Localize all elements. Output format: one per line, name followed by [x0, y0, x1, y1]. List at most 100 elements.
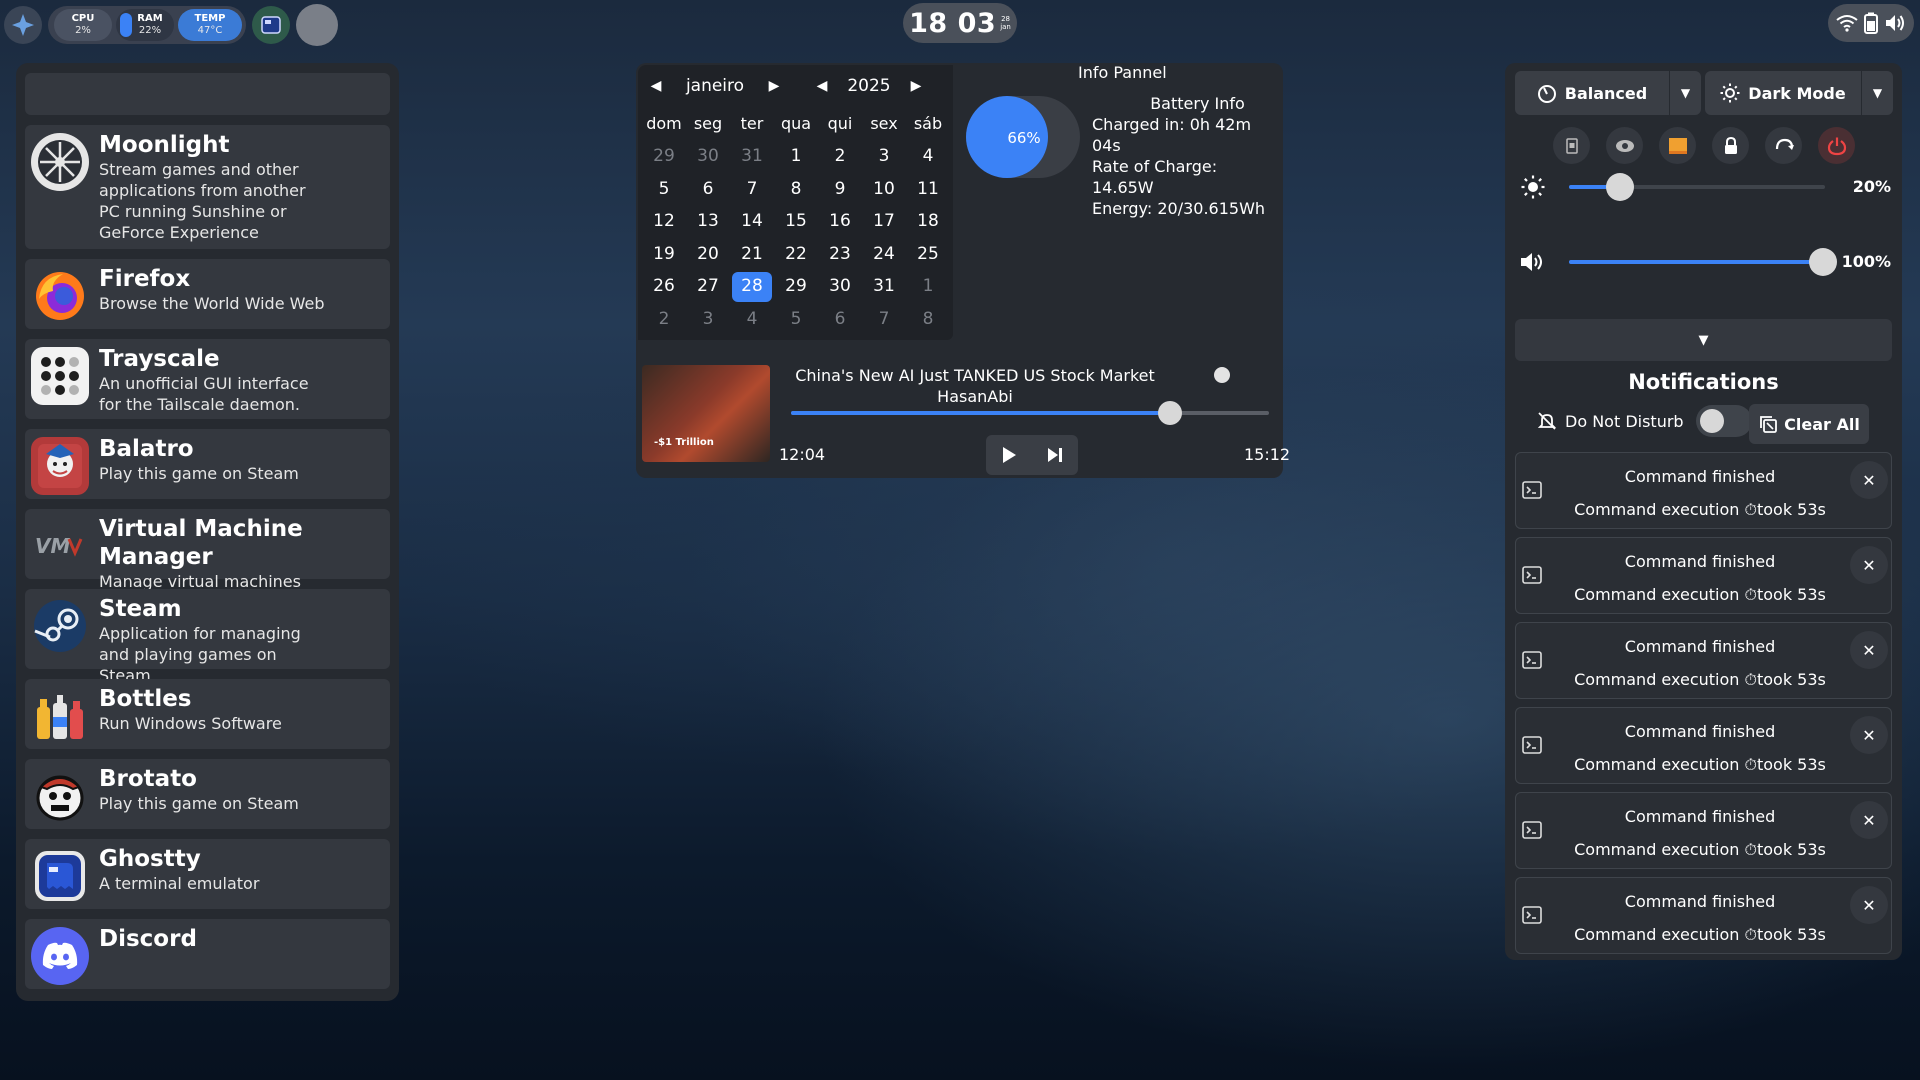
calendar-day[interactable]: 11: [906, 174, 950, 207]
app-item-firefox[interactable]: Firefox Browse the World Wide Web: [25, 259, 390, 329]
calendar-day[interactable]: 23: [818, 239, 862, 272]
calendar-day[interactable]: 13: [686, 206, 730, 239]
calendar-day[interactable]: 21: [730, 239, 774, 272]
volume-handle[interactable]: [1809, 248, 1837, 276]
app-item-moonlight[interactable]: Moonlight Stream games and other applica…: [25, 125, 390, 249]
calendar-day[interactable]: 6: [686, 174, 730, 207]
app-item-discord[interactable]: Discord: [25, 919, 390, 989]
do-not-disturb-toggle[interactable]: [1695, 405, 1752, 437]
calendar-day[interactable]: 31: [730, 141, 774, 174]
power-button[interactable]: [1818, 127, 1855, 164]
calendar-day[interactable]: 17: [862, 206, 906, 239]
play-button[interactable]: [986, 435, 1032, 475]
volume-icon[interactable]: [1884, 13, 1906, 33]
app-item-trayscale[interactable]: Trayscale An unofficial GUI interface fo…: [25, 339, 390, 419]
notification-card[interactable]: Command finished Command execution ⏱took …: [1515, 792, 1892, 869]
calendar-day[interactable]: 4: [730, 304, 774, 337]
calendar-day[interactable]: 9: [818, 174, 862, 207]
notification-card[interactable]: Command finished Command execution ⏱took …: [1515, 537, 1892, 614]
notification-card[interactable]: Command finished Command execution ⏱took …: [1515, 877, 1892, 954]
calendar-day[interactable]: 27: [686, 271, 730, 304]
volume-slider[interactable]: [1569, 248, 1837, 276]
notification-card[interactable]: Command finished Command execution ⏱took …: [1515, 622, 1892, 699]
app-item-ghostty[interactable]: Ghostty A terminal emulator: [25, 839, 390, 909]
calendar-day[interactable]: 30: [818, 271, 862, 304]
calendar-day[interactable]: 5: [642, 174, 686, 207]
dismiss-notification-button[interactable]: ✕: [1850, 461, 1888, 499]
calendar-day[interactable]: 26: [642, 271, 686, 304]
calendar-day[interactable]: 2: [642, 304, 686, 337]
calendar-day[interactable]: 8: [774, 174, 818, 207]
calendar-day[interactable]: 19: [642, 239, 686, 272]
power-profile-button[interactable]: Balanced: [1515, 71, 1669, 115]
calendar-day[interactable]: 25: [906, 239, 950, 272]
dismiss-notification-button[interactable]: ✕: [1850, 886, 1888, 924]
calendar-day[interactable]: 31: [862, 271, 906, 304]
power-profile-dropdown[interactable]: ▼: [1669, 71, 1701, 115]
app-item-bottles[interactable]: Bottles Run Windows Software: [25, 679, 390, 749]
calendar-day[interactable]: 5: [774, 304, 818, 337]
calendar-day[interactable]: 24: [862, 239, 906, 272]
screenshot-button[interactable]: [1553, 127, 1590, 164]
calendar-day[interactable]: 2: [818, 141, 862, 174]
dismiss-notification-button[interactable]: ✕: [1850, 631, 1888, 669]
calendar-day[interactable]: 29: [774, 271, 818, 304]
calendar-day-today[interactable]: 28: [732, 272, 772, 302]
record-button[interactable]: [1606, 127, 1643, 164]
calendar-day[interactable]: 20: [686, 239, 730, 272]
media-progress-bar[interactable]: [791, 401, 1269, 425]
workspace-indicator[interactable]: [296, 4, 338, 46]
theme-dropdown[interactable]: ▼: [1861, 71, 1893, 115]
media-progress-handle[interactable]: [1157, 401, 1182, 425]
clear-all-button[interactable]: Clear All: [1749, 404, 1869, 444]
notification-card[interactable]: Command finished Command execution ⏱took …: [1515, 707, 1892, 784]
calendar-day[interactable]: 14: [730, 206, 774, 239]
tray-app-button[interactable]: [252, 6, 290, 44]
calendar-day[interactable]: 10: [862, 174, 906, 207]
calendar-day[interactable]: 29: [642, 141, 686, 174]
calendar-day[interactable]: 22: [774, 239, 818, 272]
expand-button[interactable]: ▼: [1515, 319, 1892, 361]
notification-card[interactable]: Command finished Command execution ⏱took …: [1515, 452, 1892, 529]
next-year-button[interactable]: ▶: [904, 74, 928, 98]
brightness-slider[interactable]: [1569, 173, 1825, 201]
launcher-search-input[interactable]: [25, 73, 390, 115]
dismiss-notification-button[interactable]: ✕: [1850, 801, 1888, 839]
calendar-day[interactable]: 6: [818, 304, 862, 337]
calendar-day[interactable]: 3: [862, 141, 906, 174]
terminal-icon: [1522, 736, 1542, 754]
calendar-day[interactable]: 7: [730, 174, 774, 207]
app-item-virtual-machine-manager[interactable]: VM Virtual Machine Manager Manage virtua…: [25, 509, 390, 591]
system-tray[interactable]: [1828, 4, 1914, 42]
app-item-balatro[interactable]: Balatro Play this game on Steam: [25, 429, 390, 499]
calendar-day[interactable]: 15: [774, 206, 818, 239]
brightness-handle[interactable]: [1606, 173, 1635, 201]
display-button[interactable]: [1659, 127, 1696, 164]
power-profile-control: Balanced ▼: [1515, 71, 1701, 115]
wifi-icon[interactable]: [1836, 14, 1858, 32]
prev-month-button[interactable]: ◀: [644, 74, 668, 98]
lock-button[interactable]: [1712, 127, 1749, 164]
app-item-brotato[interactable]: Brotato Play this game on Steam: [25, 759, 390, 829]
dismiss-notification-button[interactable]: ✕: [1850, 546, 1888, 584]
app-item-steam[interactable]: Steam Application for managing and playi…: [25, 589, 390, 685]
calendar-day[interactable]: 30: [686, 141, 730, 174]
next-month-button[interactable]: ▶: [762, 74, 786, 98]
calendar-day[interactable]: 3: [686, 304, 730, 337]
restart-button[interactable]: [1765, 127, 1802, 164]
calendar-day[interactable]: 4: [906, 141, 950, 174]
calendar-day[interactable]: 18: [906, 206, 950, 239]
clock[interactable]: 18 03 28 jan: [903, 3, 1017, 43]
calendar-day[interactable]: 1: [906, 271, 950, 304]
calendar-day[interactable]: 7: [862, 304, 906, 337]
dismiss-notification-button[interactable]: ✕: [1850, 716, 1888, 754]
theme-button[interactable]: Dark Mode: [1705, 71, 1861, 115]
calendar-day[interactable]: 8: [906, 304, 950, 337]
prev-year-button[interactable]: ◀: [810, 74, 834, 98]
calendar-day[interactable]: 1: [774, 141, 818, 174]
calendar-day[interactable]: 16: [818, 206, 862, 239]
next-track-button[interactable]: [1032, 435, 1078, 475]
calendar-day[interactable]: 12: [642, 206, 686, 239]
app-launcher-button[interactable]: [4, 6, 42, 44]
battery-icon[interactable]: [1863, 12, 1879, 34]
